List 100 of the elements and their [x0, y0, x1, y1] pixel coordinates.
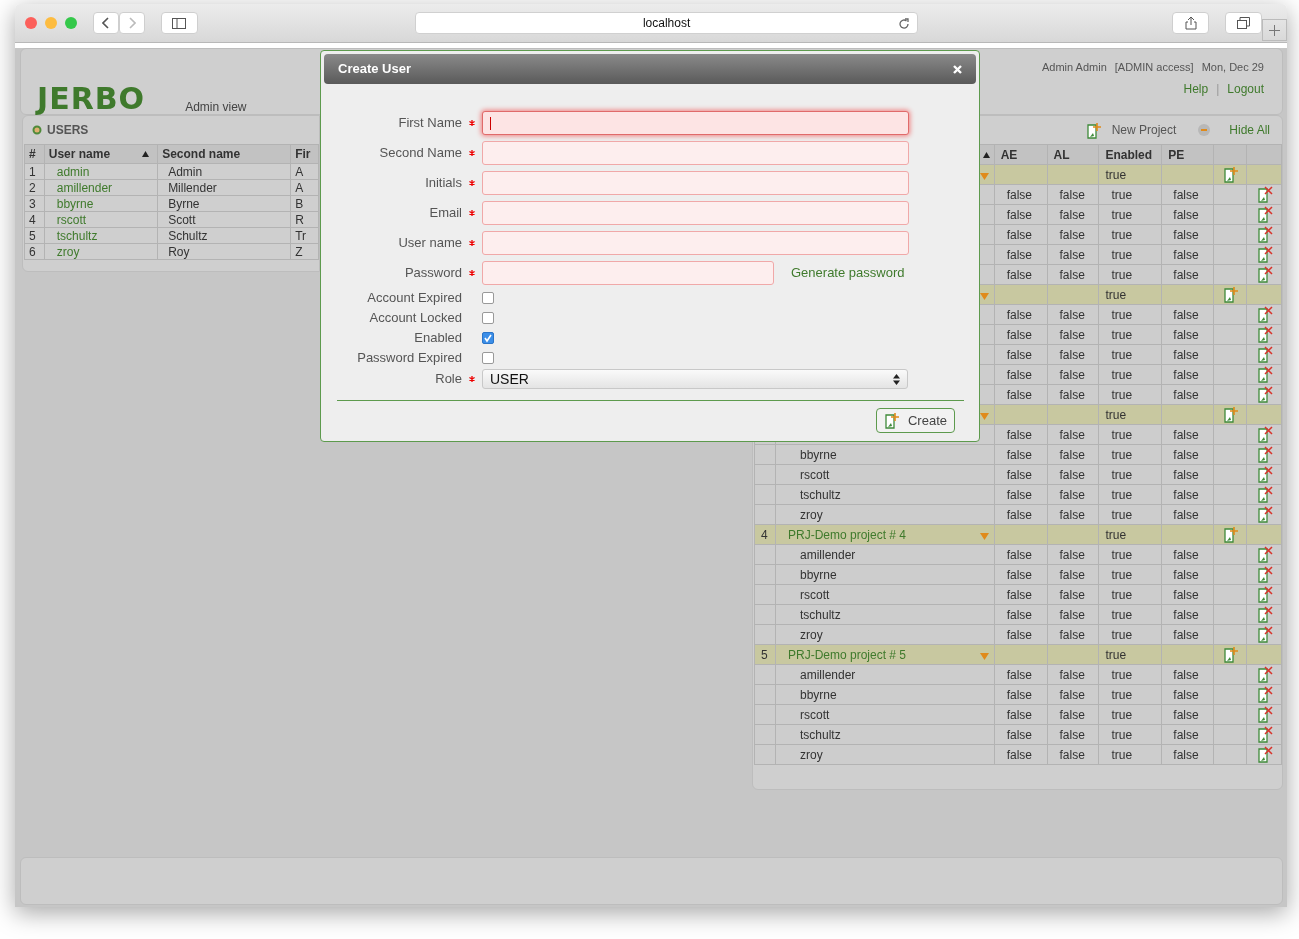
- column-header[interactable]: Second name: [157, 144, 291, 164]
- add-document-icon: [883, 412, 900, 429]
- delete-document-icon[interactable]: [1257, 466, 1274, 483]
- tabs-icon: [1237, 17, 1250, 29]
- table-cell: Z: [290, 243, 319, 260]
- field-label: Account Locked: [368, 309, 462, 328]
- add-document-icon[interactable]: [1223, 646, 1240, 663]
- table-cell: 4: [754, 524, 776, 545]
- column-header[interactable]: User name: [44, 144, 158, 164]
- checkbox[interactable]: [482, 332, 494, 344]
- delete-document-icon[interactable]: [1257, 606, 1274, 623]
- share-icon: [1184, 16, 1197, 30]
- create-button[interactable]: Create: [875, 408, 955, 433]
- delete-document-icon[interactable]: [1257, 586, 1274, 603]
- table-cell: 5: [24, 227, 45, 244]
- field-label: Password Expired: [356, 349, 462, 368]
- sidebar-button[interactable]: [161, 12, 198, 34]
- minus-circle-icon: [1198, 124, 1211, 136]
- back-button[interactable]: [93, 12, 119, 34]
- back-icon: [102, 17, 110, 29]
- table-cell: A: [290, 163, 319, 180]
- input-field[interactable]: [482, 261, 774, 285]
- plus-icon: [1268, 24, 1280, 36]
- delete-document-icon[interactable]: [1257, 206, 1274, 223]
- column-header[interactable]: #: [24, 144, 45, 164]
- column-header[interactable]: PE: [1161, 144, 1214, 165]
- table-cell: 2: [24, 179, 45, 196]
- delete-document-icon[interactable]: [1257, 666, 1274, 683]
- table-cell: 4: [24, 211, 45, 228]
- delete-document-icon[interactable]: [1257, 486, 1274, 503]
- status-dot-icon: [32, 125, 42, 135]
- dialog-title: Create User: [338, 60, 411, 79]
- subtitle: Admin view: [185, 99, 247, 116]
- delete-document-icon[interactable]: [1257, 366, 1274, 383]
- delete-document-icon[interactable]: [1257, 226, 1274, 243]
- delete-document-icon[interactable]: [1257, 346, 1274, 363]
- role-select[interactable]: USER: [482, 369, 908, 389]
- delete-document-icon[interactable]: [1257, 246, 1274, 263]
- delete-document-icon[interactable]: [1257, 566, 1274, 583]
- checkbox[interactable]: [482, 352, 494, 364]
- header-link[interactable]: Help: [1183, 79, 1209, 98]
- table-cell: B: [290, 195, 319, 212]
- address-bar[interactable]: localhost: [414, 12, 919, 34]
- user-link[interactable]: zroy: [44, 243, 158, 260]
- checkbox[interactable]: [482, 292, 494, 304]
- window-control-icon[interactable]: [25, 17, 37, 29]
- delete-document-icon[interactable]: [1257, 506, 1274, 523]
- add-document-icon[interactable]: [1223, 286, 1240, 303]
- delete-document-icon[interactable]: [1257, 386, 1274, 403]
- add-document-icon[interactable]: [1223, 166, 1240, 183]
- tabs-button[interactable]: [1225, 12, 1262, 34]
- delete-document-icon[interactable]: [1257, 306, 1274, 323]
- delete-document-icon[interactable]: [1257, 746, 1274, 763]
- delete-document-icon[interactable]: [1257, 326, 1274, 343]
- delete-document-icon[interactable]: [1257, 726, 1274, 743]
- checkbox[interactable]: [482, 312, 494, 324]
- field-label: Account Expired: [366, 289, 462, 308]
- toolbar-action[interactable]: Hide All: [1198, 121, 1270, 139]
- add-document-icon[interactable]: [1223, 526, 1240, 543]
- add-document-icon[interactable]: [1223, 406, 1240, 423]
- delete-document-icon[interactable]: [1257, 546, 1274, 563]
- column-header[interactable]: Enabled: [1098, 144, 1162, 165]
- sidebar-icon: [172, 17, 187, 29]
- table-cell: R: [290, 211, 319, 228]
- toolbar-action[interactable]: New Project: [1085, 121, 1177, 139]
- date-text: Mon, Dec 29: [1201, 60, 1264, 75]
- input-field[interactable]: [482, 231, 909, 255]
- input-field[interactable]: [482, 111, 909, 135]
- column-header[interactable]: AE: [994, 144, 1047, 165]
- field-label: User name: [397, 234, 462, 253]
- user-link[interactable]: bbyrne: [44, 195, 158, 212]
- table-cell: 3: [24, 195, 45, 212]
- column-header[interactable]: Fir: [290, 144, 319, 164]
- delete-document-icon[interactable]: [1257, 686, 1274, 703]
- delete-document-icon[interactable]: [1257, 626, 1274, 643]
- input-field[interactable]: [482, 141, 909, 165]
- delete-document-icon[interactable]: [1257, 706, 1274, 723]
- user-link[interactable]: rscott: [44, 211, 158, 228]
- delete-document-icon[interactable]: [1257, 266, 1274, 283]
- field-label: Email: [428, 204, 462, 223]
- table-cell: 1: [24, 163, 45, 180]
- user-link[interactable]: amillender: [44, 179, 158, 196]
- user-link[interactable]: tschultz: [44, 227, 158, 244]
- field-label: Initials: [424, 174, 462, 193]
- logo: JERBO: [37, 84, 146, 114]
- access-level: [ADMIN access]: [1114, 60, 1194, 75]
- new-tab-button[interactable]: [1261, 19, 1287, 41]
- delete-document-icon[interactable]: [1257, 426, 1274, 443]
- table-cell: Roy: [157, 243, 291, 260]
- column-header[interactable]: AL: [1047, 144, 1099, 165]
- field-label: Enabled: [413, 329, 462, 348]
- delete-document-icon[interactable]: [1257, 186, 1274, 203]
- input-field[interactable]: [482, 201, 909, 225]
- user-link[interactable]: admin: [44, 163, 158, 180]
- close-icon[interactable]: [953, 64, 962, 74]
- field-label: First Name: [397, 114, 462, 133]
- header-link[interactable]: Logout: [1227, 79, 1264, 98]
- input-field[interactable]: [482, 171, 909, 195]
- delete-document-icon[interactable]: [1257, 446, 1274, 463]
- table-cell: Admin: [157, 163, 291, 180]
